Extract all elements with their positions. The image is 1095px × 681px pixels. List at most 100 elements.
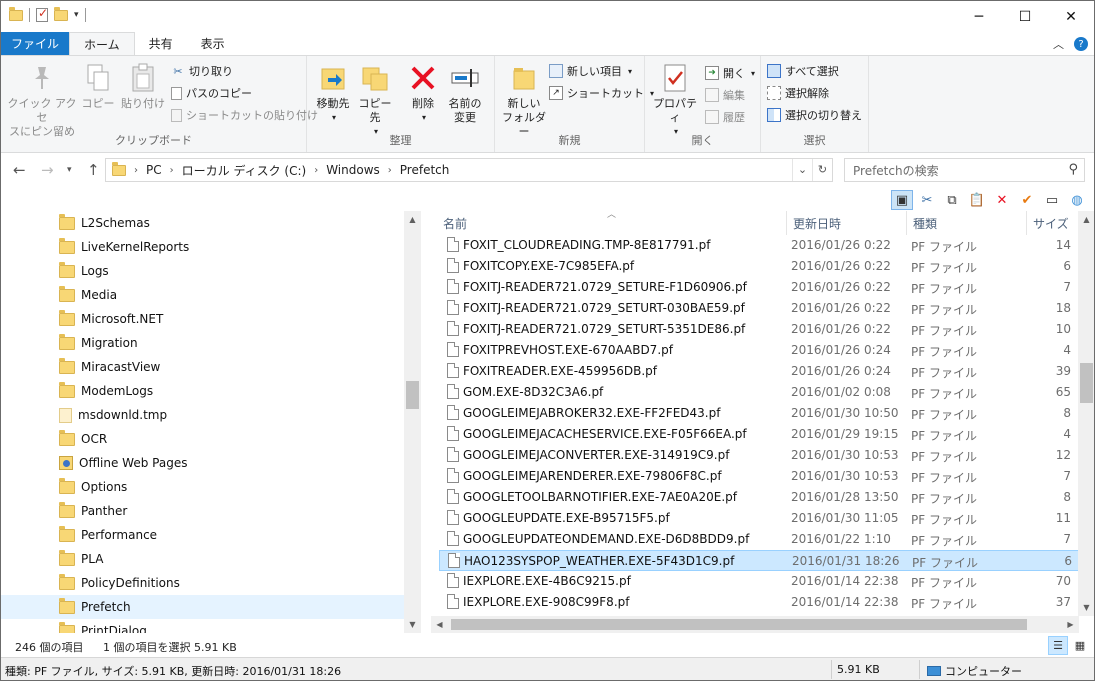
delete-button[interactable]: 削除 ▾ <box>405 62 441 125</box>
tree-item[interactable]: Logs <box>1 259 404 283</box>
table-row[interactable]: GOM.EXE-8D32C3A6.pf 2016/01/02 0:08 PF ファイ… <box>439 382 1079 403</box>
forward-arrow-icon[interactable]: → <box>41 161 54 179</box>
tab-file[interactable]: ファイル <box>1 32 70 55</box>
column-header-modified[interactable]: 更新日時 <box>787 211 907 235</box>
table-row[interactable]: GOOGLEUPDATE.EXE-B95715F5.pf 2016/01/30 1… <box>439 508 1079 529</box>
tree-item[interactable]: msdownld.tmp <box>1 403 404 427</box>
navigation-pane-scrollbar[interactable]: ▲ ▼ <box>404 211 421 633</box>
table-row[interactable]: FOXITREADER.EXE-459956DB.pf 2016/01/26 0:… <box>439 361 1079 382</box>
customize-qat-dropdown-icon[interactable]: ▾ <box>74 10 79 20</box>
details-view-icon[interactable]: ☰ <box>1048 636 1068 655</box>
new-folder-icon[interactable] <box>54 6 68 21</box>
tree-item[interactable]: Performance <box>1 523 404 547</box>
rename-button[interactable]: 名前の 変更 <box>443 62 487 125</box>
column-header-type[interactable]: 種類 <box>907 211 1027 235</box>
scroll-up-icon[interactable]: ▲ <box>1078 211 1094 228</box>
breadcrumb-prefetch[interactable]: Prefetch <box>400 163 450 177</box>
scroll-thumb[interactable] <box>1080 363 1093 403</box>
table-row[interactable]: IEXPLORE.EXE-908C99F8.pf 2016/01/14 22:38… <box>439 592 1079 613</box>
preview-pane-icon[interactable]: ▣ <box>891 190 913 210</box>
table-row[interactable]: GOOGLEIMEJACONVERTER.EXE-314919C9.pf 2016… <box>439 445 1079 466</box>
properties-icon[interactable] <box>36 6 48 22</box>
tab-home[interactable]: ホーム <box>69 32 135 55</box>
invert-selection-button[interactable]: 選択の切り替え <box>767 106 862 124</box>
scroll-left-icon[interactable]: ◀ <box>431 616 448 633</box>
column-header-name[interactable]: 名前 <box>437 211 787 235</box>
copy-button[interactable]: コピー <box>81 62 115 111</box>
copy-path-button[interactable]: パスのコピー <box>171 84 252 102</box>
open-button[interactable]: ➜ 開く ▾ <box>705 64 755 82</box>
table-row[interactable]: GOOGLEUPDATEONDEMAND.EXE-D6D8BDD9.pf 2016… <box>439 529 1079 550</box>
scroll-down-icon[interactable]: ▼ <box>404 616 421 633</box>
scroll-thumb[interactable] <box>406 381 419 409</box>
breadcrumb-separator-icon[interactable]: › <box>170 165 174 176</box>
select-none-button[interactable]: 選択解除 <box>767 84 829 102</box>
tree-item[interactable]: Panther <box>1 499 404 523</box>
tab-view[interactable]: 表示 <box>187 32 239 55</box>
new-item-button[interactable]: 新しい項目 ▾ <box>549 62 632 80</box>
recent-locations-chevron-icon[interactable]: ▾ <box>67 165 72 175</box>
new-folder-button[interactable]: 新しい フォルダー <box>499 62 549 139</box>
address-bar[interactable]: › PC › ローカル ディスク (C:) › Windows › Prefet… <box>105 158 833 182</box>
table-row[interactable]: GOOGLETOOLBARNOTIFIER.EXE-7AE0A20E.pf 201… <box>439 487 1079 508</box>
tree-item[interactable]: PLA <box>1 547 404 571</box>
cut-button[interactable]: ✂ 切り取り <box>171 62 233 80</box>
address-history-chevron-icon[interactable]: ⌄ <box>792 159 812 181</box>
breadcrumb-separator-icon[interactable]: › <box>314 165 318 176</box>
minimize-button[interactable]: ─ <box>956 1 1002 32</box>
search-box[interactable]: Prefetchの検索 ⚲ <box>844 158 1085 182</box>
breadcrumb-pc[interactable]: PC <box>146 163 162 177</box>
table-row[interactable]: FOXITCOPY.EXE-7C985EFA.pf 2016/01/26 0:22… <box>439 256 1079 277</box>
scroll-down-icon[interactable]: ▼ <box>1078 599 1094 616</box>
close-button[interactable]: ✕ <box>1048 1 1094 32</box>
table-row[interactable]: FOXITPREVHOST.EXE-670AABD7.pf 2016/01/26 … <box>439 340 1079 361</box>
back-arrow-icon[interactable]: ← <box>13 161 26 179</box>
pin-quick-access-button[interactable]: クイック アクセ スにピン留め <box>7 62 77 139</box>
tree-item[interactable]: Media <box>1 283 404 307</box>
properties-button[interactable]: プロパティ ▾ <box>651 62 699 139</box>
search-icon[interactable]: ⚲ <box>1068 162 1078 177</box>
history-button[interactable]: 履歴 <box>705 108 745 126</box>
maximize-button[interactable]: ☐ <box>1002 1 1048 32</box>
tree-item[interactable]: OCR <box>1 427 404 451</box>
search-input[interactable]: Prefetchの検索 <box>853 162 939 179</box>
table-row[interactable]: IEXPLORE.EXE-4B6C9215.pf 2016/01/14 22:38… <box>439 571 1079 592</box>
table-row[interactable]: GOOGLEIMEJACACHESERVICE.EXE-F05F66EA.pf 2… <box>439 424 1079 445</box>
scroll-thumb[interactable] <box>451 619 1027 630</box>
tree-item[interactable]: Prefetch <box>1 595 404 619</box>
tree-item[interactable]: LiveKernelReports <box>1 235 404 259</box>
tree-item[interactable]: Offline Web Pages <box>1 451 404 475</box>
edit-button[interactable]: 編集 <box>705 86 745 104</box>
horizontal-scrollbar[interactable]: ◀ ▶ <box>431 616 1079 633</box>
select-all-button[interactable]: すべて選択 <box>767 62 839 80</box>
tree-item[interactable]: PolicyDefinitions <box>1 571 404 595</box>
paste-icon[interactable]: 📋 <box>966 190 988 210</box>
copy-icon[interactable]: ⧉ <box>941 190 963 210</box>
breadcrumb-local-disk[interactable]: ローカル ディスク (C:) <box>182 162 307 179</box>
file-list-scrollbar[interactable]: ▲ ▼ <box>1078 211 1094 616</box>
tree-item[interactable]: PrintDialog <box>1 619 404 633</box>
large-icons-view-icon[interactable]: ▦ <box>1070 636 1090 655</box>
scroll-up-icon[interactable]: ▲ <box>404 211 421 228</box>
help-icon[interactable]: ? <box>1074 37 1088 51</box>
breadcrumb-separator-icon[interactable]: › <box>388 165 392 176</box>
paste-shortcut-button[interactable]: ショートカットの貼り付け <box>171 106 318 124</box>
scroll-right-icon[interactable]: ▶ <box>1062 616 1079 633</box>
table-row[interactable]: FOXITJ-READER721.0729_SETURE-F1D60906.pf… <box>439 277 1079 298</box>
table-row[interactable]: FOXITJ-READER721.0729_SETURT-5351DE86.pf… <box>439 319 1079 340</box>
globe-icon[interactable]: ◍ <box>1066 190 1088 210</box>
breadcrumb-separator-icon[interactable]: › <box>134 165 138 176</box>
tab-share[interactable]: 共有 <box>135 32 187 55</box>
table-row[interactable]: FOXIT_CLOUDREADING.TMP-8E817791.pf 2016/0… <box>439 235 1079 256</box>
properties-icon[interactable]: ✔ <box>1016 190 1038 210</box>
tree-item[interactable]: ModemLogs <box>1 379 404 403</box>
refresh-icon[interactable]: ↻ <box>812 159 832 181</box>
up-arrow-icon[interactable]: ↑ <box>87 161 100 179</box>
tree-item[interactable]: Migration <box>1 331 404 355</box>
tree-item[interactable]: Microsoft.NET <box>1 307 404 331</box>
collapse-ribbon-icon[interactable]: ︿ <box>1053 36 1064 52</box>
delete-icon[interactable]: ✕ <box>991 190 1013 210</box>
tree-item[interactable]: MiracastView <box>1 355 404 379</box>
tree-item[interactable]: L2Schemas <box>1 211 404 235</box>
table-row[interactable]: FOXITJ-READER721.0729_SETURT-030BAE59.pf… <box>439 298 1079 319</box>
